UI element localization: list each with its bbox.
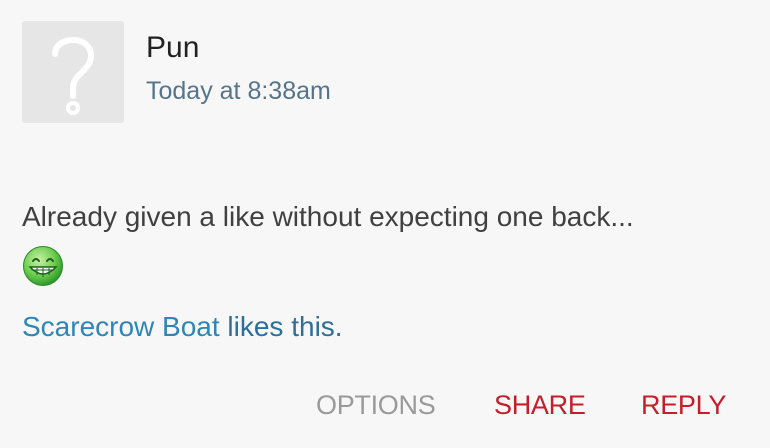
author-name[interactable]: Pun: [146, 30, 199, 66]
action-bar: OPTIONS SHARE REPLY: [0, 388, 770, 424]
likes-suffix: likes this.: [219, 311, 343, 342]
timestamp: Today at 8:38am: [146, 77, 331, 105]
reply-button[interactable]: REPLY: [641, 388, 726, 422]
grinning-face-emoji-icon: [23, 246, 63, 286]
options-button[interactable]: OPTIONS: [316, 388, 436, 422]
comment-text: Already given a like without expecting o…: [22, 201, 634, 232]
likes-line: Scarecrow Boat likes this.: [22, 310, 343, 344]
share-button[interactable]: SHARE: [494, 388, 586, 422]
avatar[interactable]: [22, 21, 124, 123]
liker-link[interactable]: Scarecrow Boat: [22, 311, 220, 342]
question-mark-icon: [52, 37, 95, 115]
